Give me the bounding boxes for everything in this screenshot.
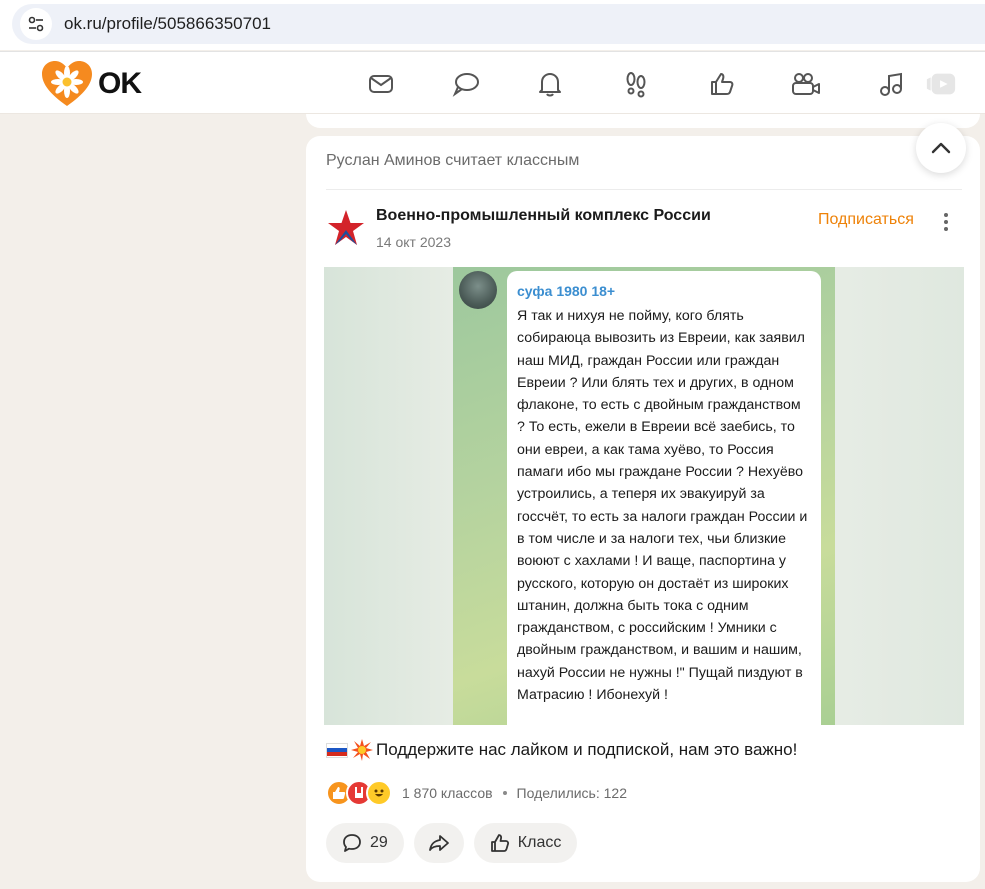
share-arrow-icon — [428, 835, 449, 851]
nav-notifications[interactable] — [534, 68, 566, 100]
share-button[interactable] — [413, 823, 464, 863]
post-actions: 29 Класс — [326, 823, 578, 863]
separator-dot — [502, 791, 507, 795]
post-date[interactable]: 14 окт 2023 — [376, 234, 451, 250]
nav-video[interactable] — [790, 68, 822, 100]
browser-address-bar: ok.ru/profile/505866350701 — [0, 0, 985, 50]
previous-card — [306, 114, 980, 128]
reactions-summary[interactable]: 1 870 классов Поделились: 122 — [326, 780, 627, 806]
divider — [326, 189, 962, 190]
post-image[interactable]: суфа 1980 18+ Я так и нихуя не пойму, ко… — [324, 267, 964, 725]
dot — [944, 213, 948, 217]
chat-icon — [452, 73, 479, 97]
video-play-icon — [926, 73, 956, 95]
daisy-logo-icon — [42, 61, 92, 106]
author-avatar — [459, 271, 497, 309]
dot — [944, 220, 948, 224]
message-author: суфа 1980 18+ — [517, 283, 616, 299]
message-bubble: суфа 1980 18+ Я так и нихуя не пойму, ко… — [507, 271, 821, 725]
thumbs-up-icon — [490, 834, 509, 852]
url-field[interactable]: ok.ru/profile/505866350701 — [12, 4, 985, 44]
url-text: ok.ru/profile/505866350701 — [64, 14, 271, 33]
music-note-icon — [880, 72, 902, 96]
chevron-up-icon — [931, 142, 951, 154]
bell-icon — [539, 73, 561, 97]
post-caption: Поддержите нас лайком и подпиской, нам э… — [326, 738, 797, 762]
comments-button[interactable]: 29 — [326, 823, 404, 863]
class-like-button[interactable]: Класс — [473, 823, 578, 863]
site-settings-button[interactable] — [20, 8, 52, 40]
activity-line[interactable]: Руслан Аминов считает классным — [326, 152, 579, 170]
nav-events[interactable] — [706, 68, 738, 100]
scroll-to-top-button[interactable] — [916, 123, 966, 173]
mail-icon — [369, 75, 393, 93]
feed-post-card: Руслан Аминов считает классным Военно-пр… — [306, 136, 980, 882]
dot — [944, 227, 948, 231]
laugh-reaction-icon — [366, 780, 392, 806]
screenshot-background: суфа 1980 18+ Я так и нихуя не пойму, ко… — [453, 267, 835, 725]
nav-messages[interactable] — [365, 68, 397, 100]
nav-guests[interactable] — [620, 68, 652, 100]
nav-music[interactable] — [875, 68, 907, 100]
site-header: OK — [0, 51, 985, 114]
thumbs-up-icon — [711, 73, 734, 95]
logo-text: OK — [98, 67, 142, 100]
video-camera-icon — [792, 73, 820, 95]
collision-icon — [351, 739, 373, 761]
comments-count: 29 — [370, 834, 388, 851]
shares-count[interactable]: Поделились: 122 — [517, 785, 627, 801]
footprints-icon — [626, 72, 646, 98]
post-stats: 1 870 классов Поделились: 122 — [402, 785, 627, 801]
caption-text: Поддержите нас лайком и подпиской, нам э… — [376, 740, 798, 759]
subscribe-button[interactable]: Подписаться — [818, 211, 914, 229]
message-text: Я так и нихуя не пойму, кого блять собир… — [517, 308, 808, 704]
ok-logo[interactable]: OK — [40, 60, 142, 108]
more-options-button[interactable] — [936, 210, 956, 234]
nav-video-showcase[interactable] — [925, 68, 957, 100]
tune-icon — [28, 16, 44, 32]
group-name-link[interactable]: Военно-промышленный комплекс России — [376, 207, 711, 225]
class-label: Класс — [517, 834, 562, 851]
nav-discussions[interactable] — [450, 68, 482, 100]
likes-count[interactable]: 1 870 классов — [402, 785, 493, 801]
russia-flag-icon — [326, 742, 348, 758]
comment-icon — [343, 834, 361, 852]
group-star-logo-icon[interactable] — [326, 208, 366, 248]
